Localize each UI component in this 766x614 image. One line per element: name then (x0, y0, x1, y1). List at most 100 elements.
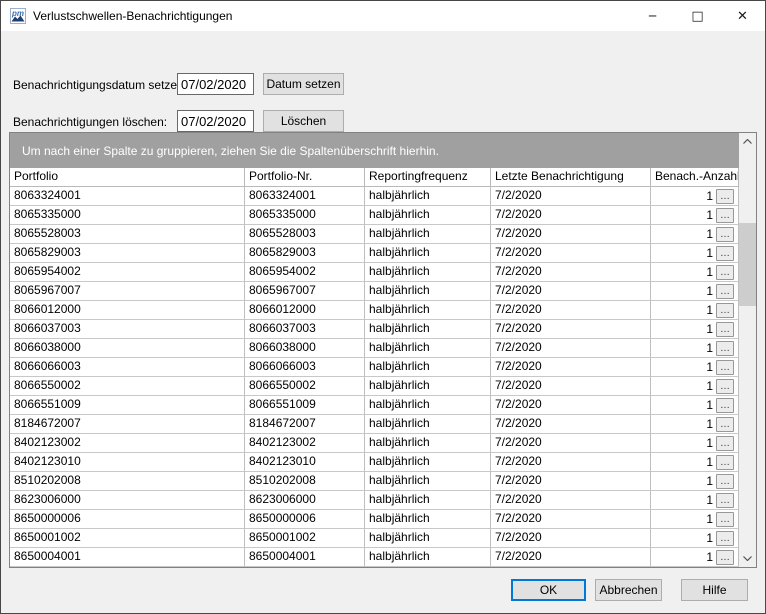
ellipsis-button[interactable]: … (716, 303, 734, 318)
help-button[interactable]: Hilfe (681, 579, 748, 601)
table-row[interactable]: 81846720078184672007halbjährlich7/2/2020… (10, 415, 739, 434)
cell-reportingfrequenz: halbjährlich (365, 529, 491, 548)
cell-portfolio: 8066038000 (10, 339, 245, 358)
ellipsis-button[interactable]: … (716, 360, 734, 375)
table-row[interactable]: 80633240018063324001halbjährlich7/2/2020… (10, 187, 739, 206)
ellipsis-button[interactable]: … (716, 512, 734, 527)
scrollbar-track[interactable] (739, 150, 756, 550)
ellipsis-button[interactable]: … (716, 379, 734, 394)
ellipsis-button[interactable]: … (716, 493, 734, 508)
clear-notifications-input[interactable] (177, 110, 254, 132)
set-date-label: Benachrichtigungsdatum setzen: (13, 78, 187, 92)
ellipsis-button[interactable]: … (716, 208, 734, 223)
table-row[interactable]: 80659670078065967007halbjährlich7/2/2020… (10, 282, 739, 301)
cell-letzte-benachrichtigung: 7/2/2020 (491, 187, 651, 206)
benach-anzahl-value: 1 (706, 531, 713, 545)
benach-anzahl-value: 1 (706, 436, 713, 450)
ellipsis-button[interactable]: … (716, 341, 734, 356)
pm-app-icon: pm (10, 8, 26, 24)
benach-anzahl-value: 1 (706, 512, 713, 526)
table-row[interactable]: 80655280038065528003halbjährlich7/2/2020… (10, 225, 739, 244)
cell-reportingfrequenz: halbjährlich (365, 320, 491, 339)
cell-portfolio-nr: 8065528003 (245, 225, 365, 244)
table-row[interactable]: 80660660038066066003halbjährlich7/2/2020… (10, 358, 739, 377)
ellipsis-button[interactable]: … (716, 246, 734, 261)
table-row[interactable]: 86500040018650004001halbjährlich7/2/2020… (10, 548, 739, 567)
minimize-button[interactable]: ─ (630, 2, 675, 31)
benach-anzahl-value: 1 (706, 455, 713, 469)
cell-letzte-benachrichtigung: 7/2/2020 (491, 510, 651, 529)
ellipsis-button[interactable]: … (716, 284, 734, 299)
cell-benach-anzahl: 1… (651, 396, 739, 415)
table-row[interactable]: 86500010028650001002halbjährlich7/2/2020… (10, 529, 739, 548)
cell-reportingfrequenz: halbjährlich (365, 472, 491, 491)
ok-button[interactable]: OK (511, 579, 586, 601)
ellipsis-button[interactable]: … (716, 265, 734, 280)
ellipsis-button[interactable]: … (716, 189, 734, 204)
column-header-letzte-benachrichtigung[interactable]: Letzte Benachrichtigung (491, 168, 651, 187)
cell-portfolio-nr: 8650001002 (245, 529, 365, 548)
cell-letzte-benachrichtigung: 7/2/2020 (491, 453, 651, 472)
set-date-input[interactable] (177, 73, 254, 95)
cell-benach-anzahl: 1… (651, 244, 739, 263)
scroll-up-icon[interactable] (739, 133, 756, 150)
table-row[interactable]: 80658290038065829003halbjährlich7/2/2020… (10, 244, 739, 263)
table-row[interactable]: 80665500028066550002halbjährlich7/2/2020… (10, 377, 739, 396)
vertical-scrollbar[interactable] (739, 133, 756, 567)
ellipsis-button[interactable]: … (716, 398, 734, 413)
cell-benach-anzahl: 1… (651, 453, 739, 472)
cell-letzte-benachrichtigung: 7/2/2020 (491, 282, 651, 301)
cell-reportingfrequenz: halbjährlich (365, 206, 491, 225)
table-row[interactable]: 85102020088510202008halbjährlich7/2/2020… (10, 472, 739, 491)
cell-portfolio-nr: 8623006000 (245, 491, 365, 510)
table-row[interactable]: 80660380008066038000halbjährlich7/2/2020… (10, 339, 739, 358)
maximize-button[interactable]: □ (675, 2, 720, 31)
cell-portfolio: 8065954002 (10, 263, 245, 282)
cell-portfolio: 8066037003 (10, 320, 245, 339)
cell-portfolio: 8066012000 (10, 301, 245, 320)
ellipsis-button[interactable]: … (716, 436, 734, 451)
scrollbar-thumb[interactable] (739, 223, 756, 306)
group-by-panel[interactable]: Um nach einer Spalte zu gruppieren, zieh… (10, 133, 739, 168)
clear-notifications-button[interactable]: Löschen (263, 110, 344, 132)
column-header-benach-anzahl[interactable]: Benach.-Anzahl (651, 168, 739, 187)
cell-reportingfrequenz: halbjährlich (365, 396, 491, 415)
table-row[interactable]: 86230060008623006000halbjährlich7/2/2020… (10, 491, 739, 510)
column-header-portfolio[interactable]: Portfolio (10, 168, 245, 187)
ellipsis-button[interactable]: … (716, 474, 734, 489)
cell-reportingfrequenz: halbjährlich (365, 187, 491, 206)
scroll-down-icon[interactable] (739, 550, 756, 567)
table-row[interactable]: 84021230108402123010halbjährlich7/2/2020… (10, 453, 739, 472)
cell-portfolio: 8066066003 (10, 358, 245, 377)
benach-anzahl-value: 1 (706, 246, 713, 260)
ellipsis-button[interactable]: … (716, 531, 734, 546)
cell-portfolio: 8402123010 (10, 453, 245, 472)
ellipsis-button[interactable]: … (716, 550, 734, 565)
cell-reportingfrequenz: halbjährlich (365, 225, 491, 244)
table-row[interactable]: 80653350008065335000halbjährlich7/2/2020… (10, 206, 739, 225)
column-header-reportingfrequenz[interactable]: Reportingfrequenz (365, 168, 491, 187)
ellipsis-button[interactable]: … (716, 417, 734, 432)
benach-anzahl-value: 1 (706, 398, 713, 412)
table-row[interactable]: 80660120008066012000halbjährlich7/2/2020… (10, 301, 739, 320)
cell-reportingfrequenz: halbjährlich (365, 491, 491, 510)
cancel-button[interactable]: Abbrechen (595, 579, 662, 601)
ellipsis-button[interactable]: … (716, 455, 734, 470)
cell-portfolio-nr: 8065967007 (245, 282, 365, 301)
cell-benach-anzahl: 1… (651, 529, 739, 548)
ellipsis-button[interactable]: … (716, 322, 734, 337)
cell-portfolio: 8063324001 (10, 187, 245, 206)
close-button[interactable]: ✕ (720, 2, 765, 31)
table-row[interactable]: 86500000068650000006halbjährlich7/2/2020… (10, 510, 739, 529)
table-row[interactable]: 80660370038066037003halbjährlich7/2/2020… (10, 320, 739, 339)
cell-portfolio: 8065967007 (10, 282, 245, 301)
cell-benach-anzahl: 1… (651, 301, 739, 320)
table-row[interactable]: 84021230028402123002halbjährlich7/2/2020… (10, 434, 739, 453)
ellipsis-button[interactable]: … (716, 227, 734, 242)
cell-portfolio-nr: 8402123002 (245, 434, 365, 453)
column-header-portfolio-nr[interactable]: Portfolio-Nr. (245, 168, 365, 187)
set-date-button[interactable]: Datum setzen (263, 73, 344, 95)
grid-header-row: Portfolio Portfolio-Nr. Reportingfrequen… (10, 168, 739, 187)
table-row[interactable]: 80659540028065954002halbjährlich7/2/2020… (10, 263, 739, 282)
table-row[interactable]: 80665510098066551009halbjährlich7/2/2020… (10, 396, 739, 415)
